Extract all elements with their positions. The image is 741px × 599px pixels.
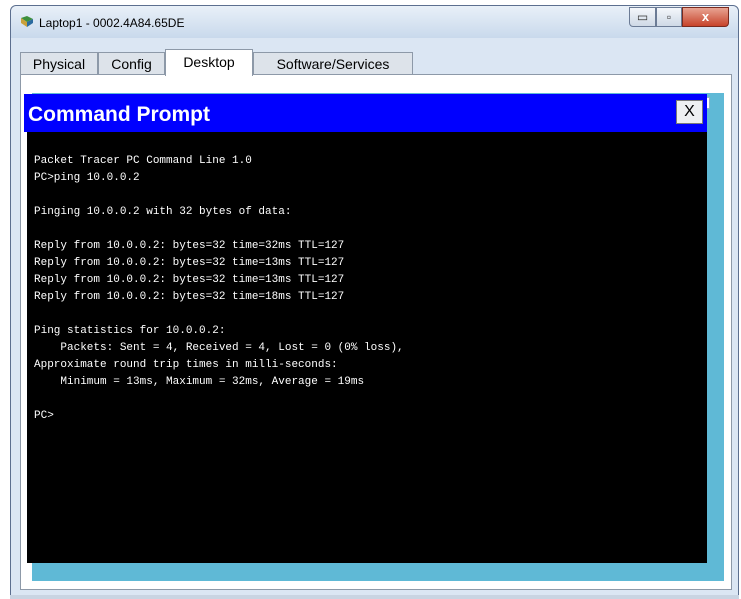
window-title: Laptop1 - 0002.4A84.65DE: [39, 16, 185, 30]
command-prompt-window: Command Prompt X Packet Tracer PC Comman…: [24, 94, 707, 563]
command-prompt-title: Command Prompt: [28, 103, 211, 126]
close-icon: x: [701, 9, 710, 24]
tab-config[interactable]: Config: [98, 52, 165, 75]
laptop-app-icon: [21, 16, 33, 27]
terminal-output: Packet Tracer PC Command Line 1.0 PC>pin…: [34, 155, 404, 422]
minimize-icon: ▭: [636, 10, 649, 24]
command-prompt-titlebar[interactable]: Command Prompt X: [24, 94, 707, 132]
tab-software-services[interactable]: Software/Services: [253, 52, 413, 75]
maximize-icon: ▫: [666, 10, 672, 24]
maximize-button[interactable]: ▫: [656, 7, 682, 27]
minimize-button[interactable]: ▭: [629, 7, 656, 27]
tab-desktop[interactable]: Desktop: [165, 49, 253, 76]
window-titlebar[interactable]: Laptop1 - 0002.4A84.65DE ▭ ▫ x: [11, 6, 738, 38]
tab-physical[interactable]: Physical: [20, 52, 98, 75]
window-bottom-edge: [10, 595, 739, 599]
command-prompt-close-button[interactable]: X: [676, 100, 703, 124]
terminal-area[interactable]: Packet Tracer PC Command Line 1.0 PC>pin…: [27, 132, 707, 563]
close-button[interactable]: x: [682, 7, 729, 27]
